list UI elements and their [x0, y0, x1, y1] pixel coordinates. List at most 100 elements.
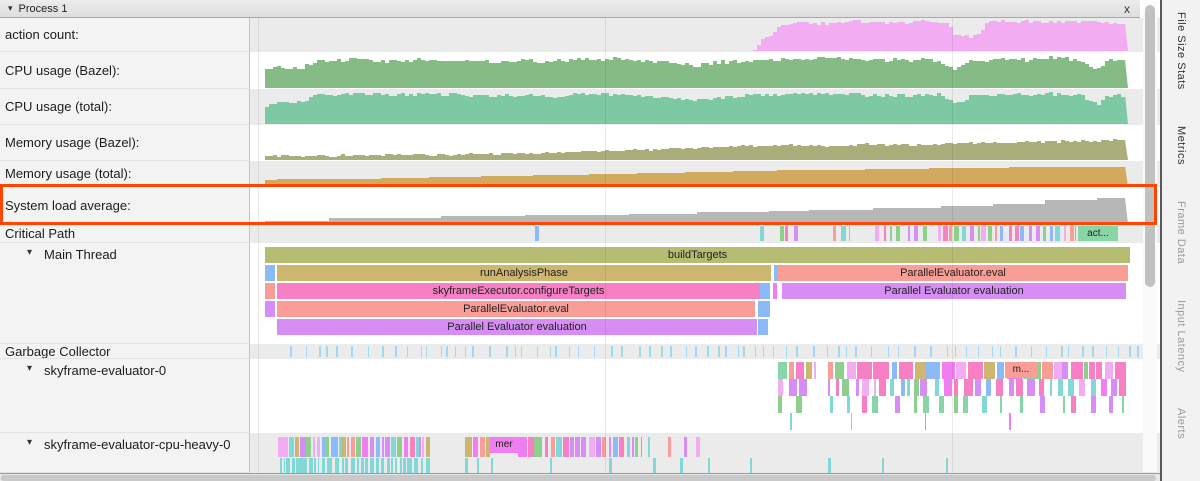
trace-event-bar[interactable] — [696, 437, 700, 457]
trace-event-bar[interactable] — [708, 458, 710, 473]
trace-event-bar[interactable] — [963, 396, 968, 413]
track-label-action-count[interactable]: action count: — [0, 18, 250, 52]
trace-event-bar[interactable] — [915, 362, 926, 379]
track-label-cpu-bazel[interactable]: CPU usage (Bazel): — [0, 52, 250, 89]
trace-event-bar[interactable] — [899, 362, 913, 379]
collapse-triangle-icon[interactable]: ▾ — [27, 247, 32, 258]
trace-event-bar[interactable] — [342, 458, 344, 473]
trace-event-bar[interactable] — [661, 346, 663, 357]
trace-event-bar[interactable] — [1055, 226, 1060, 241]
trace-event-bar[interactable] — [410, 437, 415, 457]
trace-event-bar[interactable] — [521, 346, 522, 357]
trace-event-bar[interactable] — [1040, 396, 1045, 413]
collapse-triangle-icon[interactable]: ▾ — [8, 3, 13, 14]
tab-frame-data[interactable]: Frame Data — [1175, 201, 1187, 264]
trace-event-bar[interactable] — [351, 458, 355, 473]
trace-event-bar[interactable] — [551, 437, 555, 457]
track-label-cpu-total[interactable]: CPU usage (total): — [0, 89, 250, 125]
trace-event-bar[interactable] — [1115, 362, 1126, 379]
trace-event-bar[interactable] — [313, 437, 315, 457]
trace-event-bar[interactable] — [872, 396, 878, 413]
trace-event-bar[interactable] — [1009, 413, 1011, 430]
trace-event-bar[interactable] — [975, 379, 981, 396]
trace-event-bar[interactable] — [441, 346, 442, 357]
trace-event-bar[interactable] — [964, 379, 973, 396]
trace-event-bar[interactable] — [978, 226, 980, 241]
trace-event-bar[interactable] — [984, 362, 995, 379]
trace-event-bar[interactable] — [1137, 346, 1139, 357]
trace-event-bar[interactable] — [357, 458, 359, 473]
trace-event-bar[interactable] — [1109, 396, 1113, 413]
trace-event-bar[interactable] — [1020, 226, 1024, 241]
trace-event-bar[interactable] — [302, 458, 307, 473]
trace-event-bar[interactable] — [1015, 346, 1017, 357]
trace-event-bar[interactable] — [794, 226, 798, 241]
trace-event-bar[interactable] — [874, 379, 876, 396]
trace-event-bar[interactable] — [926, 362, 940, 379]
trace-event-bar[interactable] — [796, 362, 804, 379]
trace-event-bar[interactable] — [426, 346, 427, 357]
trace-event-bar[interactable] — [1071, 396, 1076, 413]
trace-event-bar[interactable] — [331, 437, 338, 457]
trace-event-bar[interactable] — [1039, 379, 1044, 396]
trace-event-bar[interactable] — [855, 346, 857, 357]
trace-event-bar[interactable] — [835, 362, 844, 379]
trace-span[interactable] — [760, 283, 770, 299]
trace-event-bar[interactable] — [370, 458, 374, 473]
trace-event-bar[interactable] — [278, 437, 285, 457]
vertical-scrollbar[interactable] — [1143, 2, 1157, 472]
trace-event-bar[interactable] — [898, 346, 899, 357]
trace-event-bar[interactable] — [465, 346, 466, 357]
trace-event-bar[interactable] — [738, 346, 739, 357]
track-label-skyframe-evaluator-0[interactable]: ▾skyframe-evaluator-0 — [0, 359, 250, 433]
trace-event-bar[interactable] — [1092, 346, 1094, 357]
trace-event-bar[interactable] — [361, 458, 364, 473]
trace-event-bar[interactable] — [842, 379, 849, 396]
trace-event-bar[interactable] — [391, 437, 396, 457]
trace-event-bar[interactable] — [537, 346, 538, 357]
trace-event-bar[interactable] — [351, 437, 355, 457]
tab-file-size-stats[interactable]: File Size Stats — [1175, 12, 1187, 90]
trace-event-bar[interactable] — [356, 437, 361, 457]
trace-event-bar[interactable] — [563, 437, 569, 457]
trace-event-bar[interactable] — [1042, 362, 1053, 379]
trace-event-bar[interactable] — [862, 379, 869, 396]
trace-span[interactable] — [758, 319, 768, 335]
trace-event-bar[interactable] — [1000, 226, 1003, 241]
trace-event-bar[interactable] — [382, 437, 384, 457]
trace-event-bar[interactable] — [596, 437, 601, 457]
trace-event-bar[interactable] — [1050, 226, 1053, 241]
counter-chart-mem-total[interactable] — [250, 161, 1160, 187]
trace-event-badge[interactable]: act... — [1078, 226, 1118, 241]
trace-event-bar[interactable] — [286, 458, 290, 473]
trace-event-bar[interactable] — [935, 379, 939, 396]
trace-event-bar[interactable] — [841, 226, 846, 241]
trace-event-bar[interactable] — [368, 346, 369, 357]
trace-event-bar[interactable] — [414, 458, 418, 473]
main-thread-track[interactable]: buildTargetsrunAnalysisPhaseParallelEval… — [250, 243, 1160, 344]
trace-event-bar[interactable] — [888, 346, 889, 357]
trace-event-bar[interactable] — [778, 362, 787, 379]
trace-event-bar[interactable] — [946, 458, 948, 473]
trace-event-bar[interactable] — [890, 379, 894, 396]
trace-event-bar[interactable] — [611, 346, 613, 357]
trace-event-bar[interactable] — [395, 458, 397, 473]
trace-event-bar[interactable] — [347, 437, 349, 457]
trace-event-bar[interactable] — [1111, 379, 1117, 396]
trace-event-bar[interactable] — [295, 437, 299, 457]
trace-event-bar[interactable] — [550, 458, 552, 473]
trace-event-bar[interactable] — [365, 458, 368, 473]
track-label-main-thread[interactable]: ▾Main Thread — [0, 243, 250, 344]
trace-event-bar[interactable] — [1106, 346, 1107, 357]
trace-event-bar[interactable] — [882, 458, 884, 473]
trace-event-bar[interactable] — [875, 226, 879, 241]
trace-event-bar[interactable] — [1096, 362, 1102, 379]
trace-event-bar[interactable] — [1046, 346, 1047, 357]
trace-event-bar[interactable] — [796, 346, 798, 357]
trace-event-bar[interactable] — [1091, 379, 1096, 396]
track-label-skyframe-evaluator-cpu-heavy-0[interactable]: ▾skyframe-evaluator-cpu-heavy-0 — [0, 433, 250, 473]
counter-chart-action-count[interactable] — [250, 18, 1160, 52]
trace-event-bar[interactable] — [1009, 226, 1012, 241]
trace-event-bar[interactable] — [996, 379, 1003, 396]
trace-event-bar[interactable] — [309, 458, 313, 473]
